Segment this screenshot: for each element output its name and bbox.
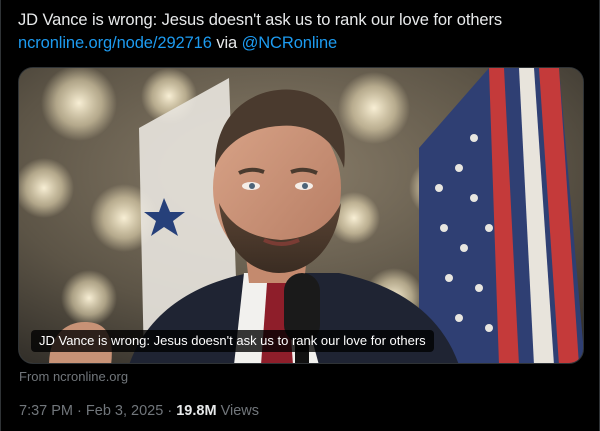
article-link[interactable]: ncronline.org/node/292716: [18, 34, 212, 52]
tweet-meta: 7:37 PM · Feb 3, 2025 · 19.8M Views: [19, 403, 259, 419]
tweet-container: JD Vance is wrong: Jesus doesn't ask us …: [0, 0, 600, 431]
article-photo: [19, 68, 583, 363]
meta-separator: ·: [167, 403, 173, 419]
tweet-time[interactable]: 7:37 PM: [19, 403, 73, 419]
tweet-date[interactable]: Feb 3, 2025: [86, 403, 163, 419]
views-label: Views: [220, 403, 259, 419]
meta-separator: ·: [77, 403, 82, 419]
card-source[interactable]: From ncronline.org: [19, 369, 128, 384]
tweet-text-links: ncronline.org/node/292716 via @NCRonline: [18, 32, 588, 55]
mention-link[interactable]: @NCRonline: [242, 34, 338, 52]
image-caption: JD Vance is wrong: Jesus doesn't ask us …: [31, 330, 434, 352]
link-card[interactable]: JD Vance is wrong: Jesus doesn't ask us …: [18, 67, 584, 364]
views-count: 19.8M: [176, 403, 217, 419]
via-text: via: [216, 34, 238, 52]
tweet-text: JD Vance is wrong: Jesus doesn't ask us …: [18, 9, 588, 55]
tweet-text-line: JD Vance is wrong: Jesus doesn't ask us …: [18, 11, 503, 29]
